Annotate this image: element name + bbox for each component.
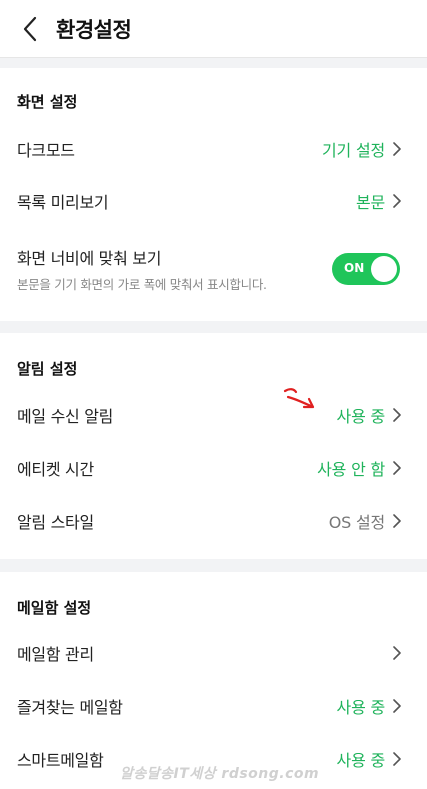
row-label: 메일 수신 알림 xyxy=(17,407,114,426)
page-title: 환경설정 xyxy=(56,17,132,42)
row-label: 즐겨찾는 메일함 xyxy=(17,698,123,717)
row-label: 메일함 관리 xyxy=(17,645,94,664)
row-label: 알림 스타일 xyxy=(17,513,94,532)
watermark: 알송달송IT세상 rdsong.com xyxy=(120,766,320,782)
row-description: 본문을 기기 화면의 가로 폭에 맞춰서 표시합니다. xyxy=(17,277,267,292)
chevron-right-icon xyxy=(393,514,401,528)
fit-width-toggle[interactable]: ON xyxy=(332,253,400,285)
chevron-right-icon xyxy=(393,646,401,660)
chevron-right-icon xyxy=(393,194,401,208)
row-value: 기기 설정 xyxy=(322,141,385,160)
toggle-knob xyxy=(371,256,397,282)
row-notification-style[interactable]: 알림 스타일 OS 설정 xyxy=(0,495,427,547)
row-label: 스마트메일함 xyxy=(17,751,104,770)
row-fit-screen-width: 화면 너비에 맞춰 보기 본문을 기기 화면의 가로 폭에 맞춰서 표시합니다.… xyxy=(0,236,427,302)
chevron-right-icon xyxy=(393,752,401,766)
row-dark-mode[interactable]: 다크모드 기기 설정 xyxy=(0,123,427,175)
app-header: 환경설정 xyxy=(0,0,427,58)
section-title: 메일함 설정 xyxy=(17,599,92,617)
row-label: 화면 너비에 맞춰 보기 xyxy=(17,249,162,268)
chevron-right-icon xyxy=(393,142,401,156)
row-mail-notification[interactable]: 메일 수신 알림 사용 중 xyxy=(0,389,427,441)
toggle-label: ON xyxy=(344,261,365,275)
row-etiquette-time[interactable]: 에티켓 시간 사용 안 함 xyxy=(0,442,427,494)
section-title: 화면 설정 xyxy=(17,93,78,111)
row-favorite-mailbox[interactable]: 즐겨찾는 메일함 사용 중 xyxy=(0,680,427,732)
row-value: 사용 중 xyxy=(336,751,386,770)
back-button[interactable] xyxy=(8,5,52,53)
row-value: 사용 중 xyxy=(336,698,386,717)
row-label: 목록 미리보기 xyxy=(17,193,109,212)
row-list-preview[interactable]: 목록 미리보기 본문 xyxy=(0,175,427,227)
chevron-right-icon xyxy=(393,408,401,422)
row-value: OS 설정 xyxy=(328,513,385,532)
section-title: 알림 설정 xyxy=(17,360,78,378)
row-value: 본문 xyxy=(355,193,385,212)
chevron-right-icon xyxy=(393,461,401,475)
section-display-settings: 화면 설정 다크모드 기기 설정 목록 미리보기 본문 화면 너비에 맞춰 보기… xyxy=(0,68,427,321)
chevron-right-icon xyxy=(393,699,401,713)
section-notification-settings: 알림 설정 메일 수신 알림 사용 중 에티켓 시간 사용 안 함 알림 스타일… xyxy=(0,333,427,559)
annotation-arrow-icon xyxy=(283,388,315,409)
row-label: 에티켓 시간 xyxy=(17,460,94,479)
row-label: 다크모드 xyxy=(17,141,75,160)
row-mailbox-management[interactable]: 메일함 관리 xyxy=(0,627,427,679)
section-mailbox-settings: 메일함 설정 메일함 관리 즐겨찾는 메일함 사용 중 스마트메일함 사용 중 xyxy=(0,572,427,789)
row-value: 사용 안 함 xyxy=(317,460,385,479)
row-value: 사용 중 xyxy=(336,407,386,426)
chevron-left-icon xyxy=(23,16,37,41)
